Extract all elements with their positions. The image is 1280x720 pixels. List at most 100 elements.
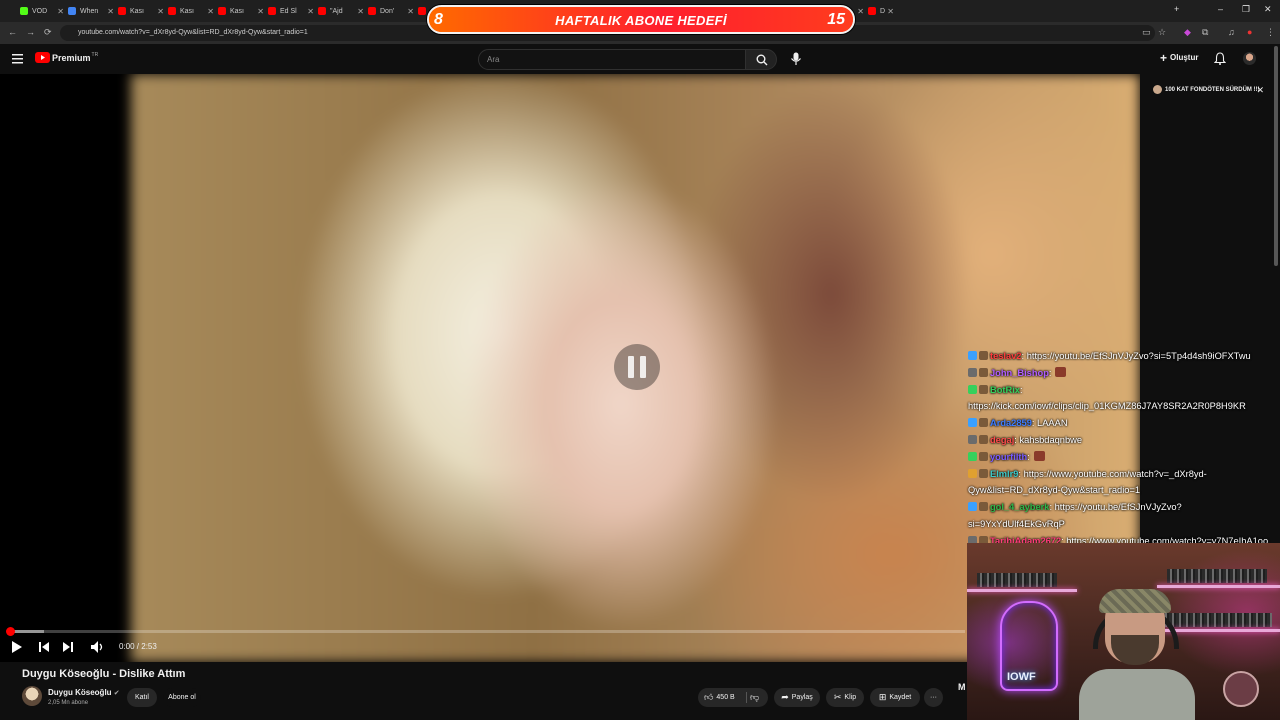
profile-icon[interactable]: ● (1247, 27, 1252, 37)
tab-close-icon[interactable]: ✕ (307, 7, 314, 16)
reload-icon[interactable]: ⟳ (44, 27, 52, 38)
verified-icon: ✔ (113, 690, 120, 697)
youtube-header: Premium TR Ara + Oluştur (0, 44, 1280, 74)
tab-label: When (80, 7, 99, 15)
window-close-icon[interactable]: ✕ (1264, 4, 1272, 15)
youtube-logo[interactable]: Premium TR (35, 52, 98, 63)
back-icon[interactable]: ← (8, 27, 17, 37)
page-scrollbar[interactable] (1274, 46, 1278, 266)
next-icon[interactable] (61, 640, 75, 654)
browser-tab[interactable]: Don' ✕ (368, 3, 414, 19)
bookshelf (977, 573, 1057, 587)
browser-tab[interactable]: VOD ✕ (20, 3, 64, 19)
play-icon[interactable] (10, 640, 24, 654)
tab-close-icon[interactable]: ✕ (857, 7, 864, 16)
neon-shelf (967, 589, 1077, 592)
chat-badge-icon (979, 351, 988, 360)
plus-icon: + (1160, 50, 1168, 65)
new-tab-icon[interactable]: + (1174, 4, 1179, 14)
minimize-icon[interactable]: – (1218, 4, 1223, 14)
extension-icon[interactable]: ◆ (1184, 27, 1191, 38)
progress-bar[interactable] (6, 627, 965, 636)
notification-popup[interactable]: 100 KAT FONDÖTEN SÜRDÜM !!! ✕ (1150, 84, 1270, 96)
search-input[interactable]: Ara (478, 49, 746, 70)
create-label: Oluştur (1170, 53, 1199, 62)
share-label: Paylaş (791, 694, 813, 701)
microphone-icon[interactable] (788, 51, 804, 67)
like-count: 450 B (716, 694, 735, 701)
browser-menu-icon[interactable]: ⋮ (1266, 27, 1275, 38)
browser-tab[interactable]: Kası ✕ (168, 3, 214, 19)
tab-close-icon[interactable]: ✕ (57, 7, 64, 16)
tab-label: Kası (180, 7, 195, 15)
join-button[interactable]: Katıl (127, 688, 157, 707)
share-button[interactable]: ➦ Paylaş (774, 688, 820, 707)
close-icon[interactable]: ✕ (1256, 84, 1264, 96)
overflow-text: M (958, 682, 966, 692)
browser-tab[interactable]: "Ajd ✕ (318, 3, 364, 19)
chat-emote-icon (1033, 450, 1045, 461)
tab-close-icon[interactable]: ✕ (407, 7, 414, 16)
chat-username: yourfilth (990, 451, 1028, 462)
neon-shelf (1157, 585, 1280, 588)
streamer-logo (1223, 671, 1259, 707)
volume-icon[interactable] (90, 640, 104, 654)
tab-close-icon[interactable]: ✕ (157, 7, 164, 16)
channel-name[interactable]: Duygu Köseoğlu ✔ (48, 688, 120, 697)
logo-region: TR (91, 52, 99, 58)
maximize-icon[interactable]: ❐ (1242, 4, 1250, 15)
subscriber-goal-banner: 8 HAFTALIK ABONE HEDEFİ 15 (427, 5, 855, 34)
tab-close-icon[interactable]: ✕ (257, 7, 264, 16)
forward-icon[interactable]: → (26, 27, 35, 37)
chat-badge-icon (968, 351, 977, 360)
tab-close-icon[interactable]: ✕ (207, 7, 214, 16)
create-button[interactable]: + Oluştur (1160, 50, 1199, 65)
account-avatar[interactable] (1243, 52, 1256, 65)
scrubber-knob[interactable] (6, 627, 15, 636)
cast-icon[interactable]: ▭ (1142, 27, 1151, 38)
search-button[interactable] (745, 49, 777, 70)
browser-tab[interactable]: When ✕ (68, 3, 114, 19)
bookmark-star-icon[interactable]: ☆ (1158, 27, 1166, 38)
tab-close-icon[interactable]: ✕ (887, 7, 894, 16)
tab-label: VOD (32, 7, 48, 15)
dislike-button[interactable]: 👎︎ (750, 688, 762, 707)
save-icon: ⊞ (878, 692, 887, 702)
pause-icon[interactable] (614, 344, 660, 390)
save-button[interactable]: ⊞ Kaydet (870, 688, 920, 707)
chat-emote-icon (1055, 366, 1067, 377)
tab-close-icon[interactable]: ✕ (357, 7, 364, 16)
chat-badge-icon (979, 451, 988, 461)
extensions-puzzle-icon[interactable]: ⧉ (1202, 27, 1208, 38)
browser-tab[interactable]: Kası ✕ (218, 3, 264, 19)
chat-text: : (1019, 384, 1023, 395)
media-control-icon[interactable]: ♫ (1228, 27, 1235, 37)
tab-close-icon[interactable]: ✕ (107, 7, 114, 16)
tab-label: D (880, 7, 886, 15)
chat-text: : (1027, 451, 1030, 462)
chat-message: yourfilth: (968, 449, 1276, 466)
tab-favicon-icon (318, 7, 326, 15)
browser-tab[interactable]: Ed Sl ✕ (268, 3, 314, 19)
notification-text: 100 KAT FONDÖTEN SÜRDÜM !!! (1165, 87, 1260, 93)
browser-tab[interactable]: Kası ✕ (118, 3, 164, 19)
more-actions-button[interactable]: ··· (924, 688, 943, 707)
chat-text: : (1048, 367, 1052, 378)
tab-favicon-icon (268, 7, 276, 15)
subscribe-button[interactable]: Abone ol (163, 688, 201, 707)
clip-button[interactable]: ✂ Klip (826, 688, 864, 707)
hamburger-menu-icon[interactable] (12, 54, 23, 64)
neon-sign-text: IOWF (1007, 671, 1036, 683)
chat-message: Arda2859: LAAAN (968, 415, 1276, 432)
channel-avatar[interactable] (22, 686, 42, 706)
like-button[interactable]: 👍︎ 450 B (704, 692, 735, 702)
previous-icon[interactable] (37, 640, 51, 654)
goal-target-number: 15 (827, 11, 845, 28)
browser-tab[interactable]: D ✕ (868, 3, 894, 19)
subscriber-count: 2,05 Mn abone (48, 700, 89, 706)
chat-badge-icon (968, 384, 977, 394)
tab-label: Kası (230, 7, 245, 15)
chat-message: https://kick.com/iowf/clips/clip_01KGMZ8… (968, 398, 1276, 415)
share-icon: ➦ (781, 692, 789, 702)
notifications-bell-icon[interactable] (1214, 52, 1226, 65)
